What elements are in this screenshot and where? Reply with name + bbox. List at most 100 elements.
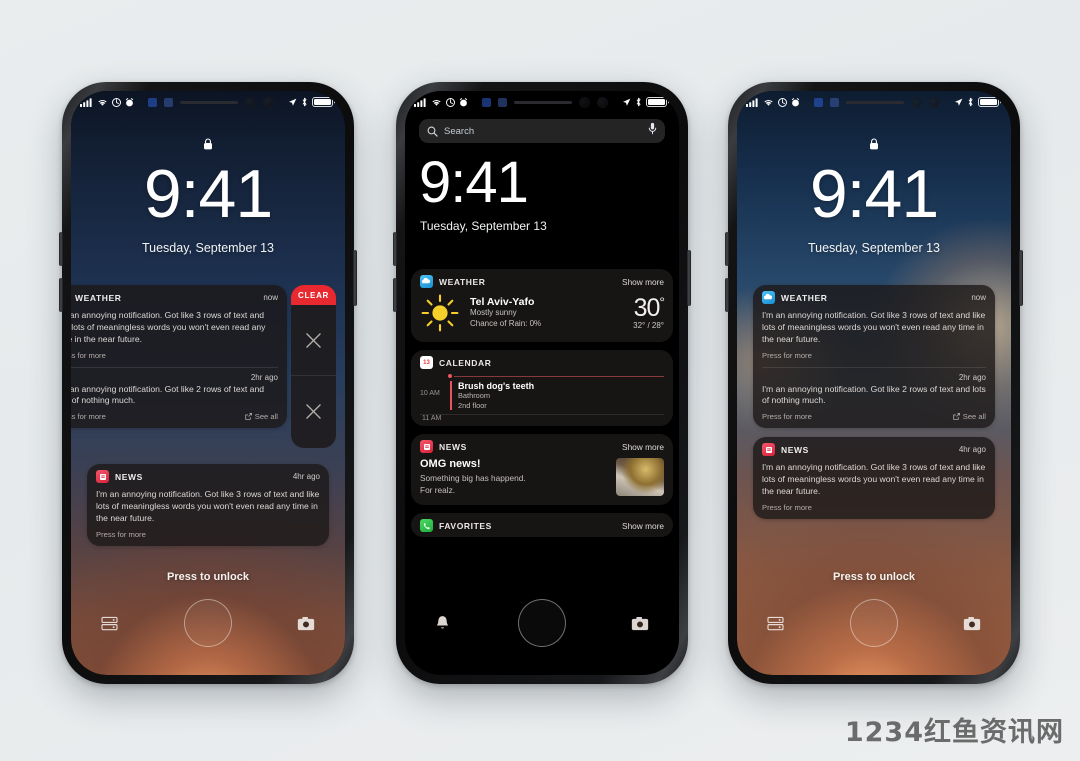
press-to-unlock-label: Press to unlock <box>167 571 249 583</box>
notification-body-grouped[interactable]: 2hr ago I'm an annoying notification. Go… <box>71 368 287 429</box>
volume-up-button[interactable] <box>725 232 729 266</box>
microphone-icon[interactable] <box>648 122 657 140</box>
notification-header: WEATHER now <box>71 285 287 308</box>
home-button[interactable] <box>518 599 566 647</box>
notification-time: now <box>971 293 986 302</box>
calendar-event-detail: 2nd floor <box>458 400 487 410</box>
flashlight-icon[interactable] <box>101 616 118 631</box>
earpiece-speaker <box>180 100 238 104</box>
close-x-icon <box>306 404 321 419</box>
phone-right: 9:41 Tuesday, September 13 WEATHER now I… <box>725 82 1023 684</box>
see-all-button[interactable]: See all <box>953 412 986 421</box>
news-icon <box>762 443 775 457</box>
widget-calendar[interactable]: 13 CALENDAR 10 AM Brush dog's teeth Bath… <box>411 350 673 427</box>
clock-date: Tuesday, September 13 <box>141 241 275 255</box>
notification-stack-lower: NEWS 4hr ago I'm an annoying notificatio… <box>87 464 329 555</box>
notification-news[interactable]: NEWS 4hr ago I'm an annoying notificatio… <box>87 464 329 546</box>
screen-center[interactable]: Search 9:41 Tuesday, September 13 WEATHE… <box>405 91 679 675</box>
calendar-event-title: Brush dog's teeth <box>458 381 535 391</box>
signal-bars-icon <box>746 97 758 107</box>
widget-favorites[interactable]: FAVORITES Show more <box>411 513 673 538</box>
swipe-actions-column[interactable]: CLEAR <box>291 285 336 448</box>
notification-text: I'm an annoying notification. Got like 3… <box>96 489 320 523</box>
earpiece-speaker <box>514 100 572 104</box>
share-box-icon <box>245 413 252 421</box>
volume-up-button[interactable] <box>393 232 397 266</box>
volume-down-button[interactable] <box>393 278 397 312</box>
wifi-icon <box>98 99 107 106</box>
close-x-icon <box>306 332 321 348</box>
camera-icon[interactable] <box>963 616 981 631</box>
widget-header: NEWS Show more <box>411 434 673 458</box>
calendar-event-row[interactable]: 10 AM Brush dog's teeth Bathroom 2nd flo… <box>420 378 664 411</box>
notification-text-grouped: I'm an annoying notification. Got like 2… <box>762 383 986 406</box>
notification-news[interactable]: NEWS 4hr ago I'm an annoying notificatio… <box>753 437 995 519</box>
notification-time: 4hr ago <box>292 472 320 481</box>
power-button[interactable] <box>353 250 357 306</box>
dismiss-notification-button-2[interactable] <box>291 376 336 447</box>
clear-button[interactable]: CLEAR <box>291 285 336 305</box>
notification-body: I'm an annoying notification. Got like 3… <box>87 487 329 546</box>
weather-temperature-block: 30° 32° / 28° <box>633 295 665 330</box>
notification-text: I'm an annoying notification. Got like 3… <box>762 310 986 344</box>
dismiss-notification-button-1[interactable] <box>291 305 336 375</box>
home-button[interactable] <box>850 599 898 647</box>
press-for-more-label: Press for more <box>71 412 106 422</box>
do-not-disturb-icon <box>112 97 121 107</box>
widget-header: 13 CALENDAR <box>411 350 673 374</box>
flashlight-icon[interactable] <box>767 616 784 631</box>
clock-time: 9:41 <box>143 156 273 232</box>
notification-body-grouped[interactable]: 2hr ago I'm an annoying notification. Go… <box>753 368 995 429</box>
notification-body: I'm an annoying notification. Got like 3… <box>753 460 995 519</box>
widget-header: WEATHER Show more <box>411 269 673 293</box>
calendar-hour-label-2: 11 AM <box>422 415 442 423</box>
power-button[interactable] <box>687 250 691 306</box>
see-all-button[interactable]: See all <box>245 412 278 421</box>
calendar-event-location: Bathroom <box>458 391 491 400</box>
status-bar <box>71 91 345 113</box>
bluetooth-icon <box>968 97 973 107</box>
notification-time: 4hr ago <box>958 445 986 455</box>
notification-stack: WEATHER now I'm an annoying notification… <box>71 285 287 437</box>
notification-weather[interactable]: WEATHER now I'm an annoying notification… <box>753 285 995 429</box>
camera-icon[interactable] <box>297 616 315 631</box>
weather-temperature: 30° <box>633 295 665 321</box>
widget-news[interactable]: NEWS Show more OMG news! Something big h… <box>411 434 673 506</box>
camera-icon[interactable] <box>631 616 649 631</box>
lock-icon <box>737 137 1011 155</box>
do-not-disturb-icon <box>778 97 787 107</box>
power-button[interactable] <box>1019 250 1023 306</box>
screen-left[interactable]: 9:41 Tuesday, September 13 WEATHER now I… <box>71 91 345 675</box>
news-line-2: For realz. <box>420 484 456 495</box>
app-badge-blue-icon <box>482 97 491 107</box>
battery-icon <box>646 97 670 107</box>
show-more-button[interactable]: Show more <box>622 442 664 452</box>
volume-up-button[interactable] <box>59 232 63 266</box>
weather-city: Tel Aviv-Yafo <box>470 296 535 309</box>
show-more-button[interactable]: Show more <box>622 277 664 287</box>
see-all-label: See all <box>254 412 278 422</box>
calendar-event[interactable]: Brush dog's teeth Bathroom 2nd floor <box>450 381 664 411</box>
show-more-button[interactable]: Show more <box>622 521 664 531</box>
press-for-more-label: Press for more <box>96 529 146 539</box>
volume-down-button[interactable] <box>725 278 729 312</box>
weather-rain-chance: Chance of Rain: 0% <box>470 319 542 328</box>
watermark: 1234红鱼资讯网 <box>844 717 1064 748</box>
widget-body: OMG news! Something big has happend. For… <box>411 458 673 505</box>
widget-body: 10 AM Brush dog's teeth Bathroom 2nd flo… <box>411 374 673 426</box>
bell-icon[interactable] <box>435 615 450 631</box>
widget-weather[interactable]: WEATHER Show more Tel Aviv-Yafo Mostly s… <box>411 269 673 342</box>
screen-right[interactable]: 9:41 Tuesday, September 13 WEATHER now I… <box>737 91 1011 675</box>
weather-icon <box>420 275 433 288</box>
app-badge-indigo-icon <box>498 97 507 107</box>
notification-weather[interactable]: WEATHER now I'm an annoying notification… <box>71 285 287 429</box>
home-button[interactable] <box>184 599 232 647</box>
volume-down-button[interactable] <box>59 278 63 312</box>
search-bar[interactable]: Search <box>419 119 665 143</box>
calendar-icon: 13 <box>420 356 433 369</box>
notification-header: NEWS 4hr ago <box>87 464 329 487</box>
home-row <box>71 599 345 647</box>
notification-app-name: NEWS <box>781 444 809 455</box>
notification-footer: Press for more <box>762 503 986 512</box>
bottom-bar: Press to unlock <box>737 571 1011 647</box>
